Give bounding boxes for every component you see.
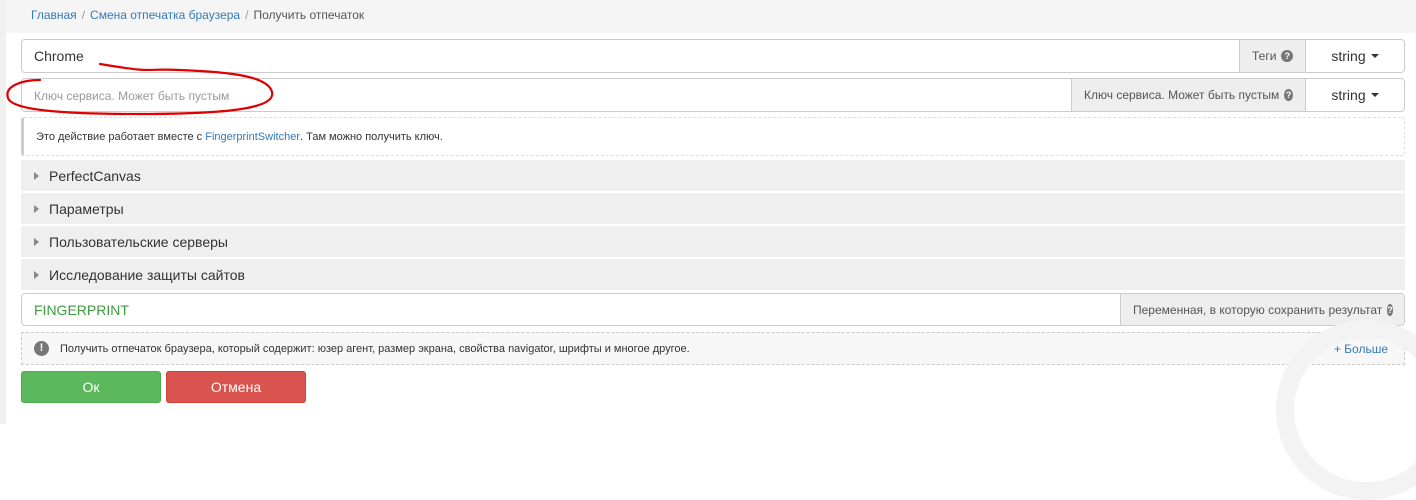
question-circle-icon[interactable]: ? — [1281, 50, 1293, 62]
service-key-addon: Ключ сервиса. Может быть пустым ? — [1071, 79, 1305, 111]
description-text: Получить отпечаток браузера, который сод… — [60, 342, 690, 355]
section-custom-servers[interactable]: Пользовательские серверы — [21, 226, 1405, 257]
section-label: Пользовательские серверы — [49, 233, 228, 250]
tags-addon: Теги ? — [1239, 40, 1305, 72]
breadcrumb-separator: / — [245, 8, 249, 22]
breadcrumb-section-link[interactable]: Смена отпечатка браузера — [90, 8, 240, 22]
result-variable-input-group: Переменная, в которую сохранить результа… — [21, 293, 1405, 326]
result-variable-addon-label: Переменная, в которую сохранить результа… — [1133, 302, 1383, 317]
info-box: Это действие работает вместе с Fingerpri… — [21, 117, 1405, 156]
service-key-type-label: string — [1331, 87, 1366, 103]
description-box: ! Получить отпечаток браузера, который с… — [21, 332, 1405, 365]
question-circle-icon[interactable]: ? — [1284, 89, 1293, 101]
tags-type-dropdown[interactable]: string — [1305, 40, 1404, 72]
breadcrumb-home-link[interactable]: Главная — [31, 8, 77, 22]
section-label: Исследование защиты сайтов — [49, 266, 245, 283]
info-text-before: Это действие работает вместе с — [36, 130, 203, 143]
info-text-after: . Там можно получить ключ. — [299, 130, 443, 143]
section-perfectcanvas[interactable]: PerfectCanvas — [21, 160, 1405, 191]
caret-right-icon — [34, 237, 39, 246]
ok-button[interactable]: Ок — [21, 371, 161, 403]
tags-input-group: Теги ? string — [21, 39, 1405, 73]
question-circle-icon[interactable]: ? — [1387, 303, 1393, 316]
tags-type-label: string — [1331, 48, 1366, 64]
fingerprint-switcher-link[interactable]: FingerprintSwitcher — [205, 131, 300, 143]
section-parameters[interactable]: Параметры — [21, 193, 1405, 224]
section-label: Параметры — [49, 200, 124, 217]
service-key-addon-label: Ключ сервиса. Может быть пустым — [1084, 88, 1280, 102]
tags-addon-label: Теги — [1252, 49, 1277, 63]
service-key-type-dropdown[interactable]: string — [1305, 79, 1404, 111]
breadcrumb-current: Получить отпечаток — [253, 8, 365, 22]
left-edge-strip — [0, 0, 6, 424]
description-content: ! Получить отпечаток браузера, который с… — [34, 341, 690, 356]
tags-input[interactable] — [22, 40, 1239, 72]
caret-down-icon — [1370, 93, 1379, 97]
breadcrumb-separator: / — [81, 8, 86, 22]
service-key-input-group: Ключ сервиса. Может быть пустым ? string — [21, 78, 1405, 112]
exclamation-circle-icon: ! — [34, 341, 49, 356]
service-key-input[interactable] — [22, 79, 1071, 111]
caret-right-icon — [34, 204, 39, 213]
breadcrumb: Главная / Смена отпечатка браузера / Получит… — [6, 0, 1416, 33]
result-variable-input[interactable] — [22, 294, 1120, 325]
section-label: PerfectCanvas — [49, 167, 141, 184]
caret-right-icon — [34, 270, 39, 279]
caret-right-icon — [34, 171, 39, 180]
result-variable-addon: Переменная, в которую сохранить результа… — [1120, 294, 1404, 325]
caret-down-icon — [1370, 54, 1379, 58]
cancel-button[interactable]: Отмена — [166, 371, 306, 403]
section-site-protection[interactable]: Исследование защиты сайтов — [21, 259, 1405, 290]
more-link[interactable]: + Больше — [1334, 342, 1388, 356]
